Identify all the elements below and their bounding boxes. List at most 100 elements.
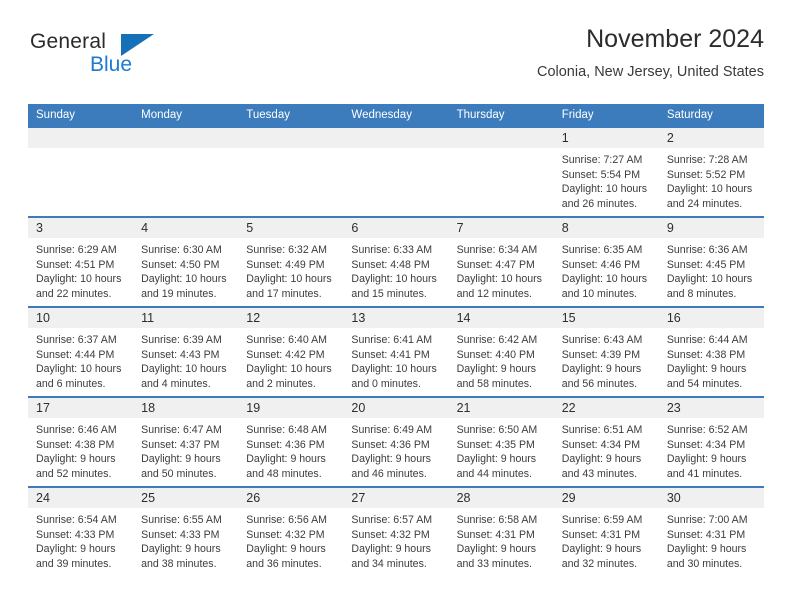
brand-logo[interactable]: General Blue	[28, 30, 248, 86]
day-details	[133, 148, 238, 153]
sunset-text: Sunset: 4:37 PM	[141, 438, 220, 451]
daylight-text-line2: and 33 minutes.	[456, 557, 532, 570]
day-cell[interactable]	[133, 128, 239, 216]
sunset-text: Sunset: 4:33 PM	[141, 528, 220, 541]
sunset-text: Sunset: 4:39 PM	[561, 348, 641, 361]
day-cell[interactable]: 13 Sunrise: 6:41 AM Sunset: 4:41 PM Dayl…	[343, 308, 449, 396]
day-cell[interactable]: 22 Sunrise: 6:51 AM Sunset: 4:34 PM Dayl…	[553, 398, 659, 486]
day-number-band: 21	[448, 398, 554, 418]
day-cell[interactable]: 26 Sunrise: 6:56 AM Sunset: 4:32 PM Dayl…	[238, 488, 344, 580]
day-cell[interactable]: 5 Sunrise: 6:32 AM Sunset: 4:49 PM Dayli…	[238, 218, 344, 306]
calendar-week-row: 1 Sunrise: 7:27 AM Sunset: 5:54 PM Dayli…	[28, 126, 764, 216]
day-cell[interactable]: 14 Sunrise: 6:42 AM Sunset: 4:40 PM Dayl…	[448, 308, 554, 396]
day-number: 19	[246, 401, 261, 415]
day-number: 22	[561, 401, 576, 415]
day-cell[interactable]: 1 Sunrise: 7:27 AM Sunset: 5:54 PM Dayli…	[553, 128, 659, 216]
day-number: 14	[456, 311, 471, 325]
sunrise-text: Sunrise: 7:28 AM	[666, 154, 748, 166]
sunset-text: Sunset: 4:51 PM	[36, 258, 115, 271]
day-cell[interactable]: 27 Sunrise: 6:57 AM Sunset: 4:32 PM Dayl…	[343, 488, 449, 580]
sunrise-text: Sunrise: 6:37 AM	[36, 334, 117, 346]
daylight-text-line1: Daylight: 10 hours	[666, 273, 753, 286]
day-cell[interactable]: 9 Sunrise: 6:36 AM Sunset: 4:45 PM Dayli…	[658, 218, 764, 306]
daylight-text-line2: and 15 minutes.	[351, 287, 427, 300]
day-number: 11	[141, 311, 155, 325]
daylight-text-line2: and 10 minutes.	[561, 287, 638, 300]
daylight-text-line2: and 54 minutes.	[666, 377, 743, 390]
day-cell[interactable]: 29 Sunrise: 6:59 AM Sunset: 4:31 PM Dayl…	[553, 488, 659, 580]
sunset-text: Sunset: 4:31 PM	[666, 528, 746, 541]
weekday-header-wednesday: Wednesday	[351, 109, 412, 121]
location-subtitle: Colonia, New Jersey, United States	[536, 64, 764, 80]
page-header: General Blue November 2024 Colonia, New …	[28, 22, 764, 94]
day-cell[interactable]: 10 Sunrise: 6:37 AM Sunset: 4:44 PM Dayl…	[28, 308, 134, 396]
sunset-text: Sunset: 4:31 PM	[561, 528, 641, 541]
day-number-band: 19	[238, 398, 344, 418]
daylight-text-line2: and 44 minutes.	[456, 467, 532, 480]
day-details: Sunrise: 6:35 AM Sunset: 4:46 PM Dayligh…	[554, 238, 659, 301]
day-details	[449, 148, 554, 153]
sunset-text: Sunset: 4:34 PM	[666, 438, 746, 451]
day-cell[interactable]: 25 Sunrise: 6:55 AM Sunset: 4:33 PM Dayl…	[133, 488, 239, 580]
sunset-text: Sunset: 4:42 PM	[246, 348, 325, 361]
calendar-page: General Blue November 2024 Colonia, New …	[0, 0, 792, 612]
day-number: 1	[561, 131, 569, 145]
day-cell[interactable]: 4 Sunrise: 6:30 AM Sunset: 4:50 PM Dayli…	[133, 218, 239, 306]
day-cell[interactable]: 18 Sunrise: 6:47 AM Sunset: 4:37 PM Dayl…	[133, 398, 239, 486]
daylight-text-line2: and 46 minutes.	[351, 467, 427, 480]
day-cell[interactable]: 21 Sunrise: 6:50 AM Sunset: 4:35 PM Dayl…	[448, 398, 554, 486]
day-cell[interactable]: 12 Sunrise: 6:40 AM Sunset: 4:42 PM Dayl…	[238, 308, 344, 396]
day-cell[interactable]: 7 Sunrise: 6:34 AM Sunset: 4:47 PM Dayli…	[448, 218, 554, 306]
daylight-text-line1: Daylight: 9 hours	[456, 453, 537, 466]
day-cell[interactable]: 28 Sunrise: 6:58 AM Sunset: 4:31 PM Dayl…	[448, 488, 554, 580]
day-number-band	[133, 128, 239, 148]
day-cell[interactable]: 20 Sunrise: 6:49 AM Sunset: 4:36 PM Dayl…	[343, 398, 449, 486]
sunrise-text: Sunrise: 6:41 AM	[351, 334, 433, 346]
sunset-text: Sunset: 4:44 PM	[36, 348, 115, 361]
day-details	[238, 148, 343, 153]
day-details: Sunrise: 7:28 AM Sunset: 5:52 PM Dayligh…	[659, 148, 764, 211]
sunrise-text: Sunrise: 6:44 AM	[666, 334, 748, 346]
daylight-text-line2: and 58 minutes.	[456, 377, 532, 390]
day-cell[interactable]: 19 Sunrise: 6:48 AM Sunset: 4:36 PM Dayl…	[238, 398, 344, 486]
day-cell[interactable]	[238, 128, 344, 216]
day-number-band: 26	[238, 488, 344, 508]
day-cell[interactable]: 17 Sunrise: 6:46 AM Sunset: 4:38 PM Dayl…	[28, 398, 134, 486]
day-number-band: 17	[28, 398, 134, 418]
day-number-band: 2	[658, 128, 764, 148]
daylight-text-line2: and 50 minutes.	[141, 467, 217, 480]
sunset-text: Sunset: 4:34 PM	[561, 438, 641, 451]
weekday-header-monday: Monday	[141, 109, 183, 121]
day-number: 15	[561, 311, 576, 325]
sunrise-text: Sunrise: 6:48 AM	[246, 424, 327, 436]
day-details: Sunrise: 6:34 AM Sunset: 4:47 PM Dayligh…	[449, 238, 554, 301]
day-cell[interactable]: 30 Sunrise: 7:00 AM Sunset: 4:31 PM Dayl…	[658, 488, 764, 580]
sunset-text: Sunset: 4:38 PM	[36, 438, 115, 451]
day-cell[interactable]: 15 Sunrise: 6:43 AM Sunset: 4:39 PM Dayl…	[553, 308, 659, 396]
brand-name-secondary: Blue	[90, 53, 133, 76]
day-number-band: 29	[553, 488, 659, 508]
sunrise-text: Sunrise: 6:58 AM	[456, 514, 538, 526]
day-number-band: 3	[28, 218, 134, 238]
day-cell[interactable]: 6 Sunrise: 6:33 AM Sunset: 4:48 PM Dayli…	[343, 218, 449, 306]
weekday-header-sunday: Sunday	[36, 109, 76, 121]
day-details: Sunrise: 6:57 AM Sunset: 4:32 PM Dayligh…	[343, 508, 448, 571]
day-cell[interactable]: 16 Sunrise: 6:44 AM Sunset: 4:38 PM Dayl…	[658, 308, 764, 396]
sunrise-text: Sunrise: 6:55 AM	[141, 514, 222, 526]
day-number: 3	[36, 221, 43, 235]
day-cell[interactable]: 24 Sunrise: 6:54 AM Sunset: 4:33 PM Dayl…	[28, 488, 134, 580]
sunset-text: Sunset: 4:41 PM	[351, 348, 430, 361]
day-cell[interactable]	[28, 128, 134, 216]
day-cell[interactable]: 11 Sunrise: 6:39 AM Sunset: 4:43 PM Dayl…	[133, 308, 239, 396]
day-cell[interactable]	[448, 128, 554, 216]
day-cell[interactable]	[343, 128, 449, 216]
sunset-text: Sunset: 4:32 PM	[246, 528, 325, 541]
day-number: 21	[456, 401, 471, 415]
sunrise-text: Sunrise: 6:47 AM	[141, 424, 222, 436]
day-details: Sunrise: 6:30 AM Sunset: 4:50 PM Dayligh…	[133, 238, 238, 301]
day-cell[interactable]: 3 Sunrise: 6:29 AM Sunset: 4:51 PM Dayli…	[28, 218, 134, 306]
day-cell[interactable]: 23 Sunrise: 6:52 AM Sunset: 4:34 PM Dayl…	[658, 398, 764, 486]
daylight-text-line2: and 43 minutes.	[561, 467, 638, 480]
day-cell[interactable]: 8 Sunrise: 6:35 AM Sunset: 4:46 PM Dayli…	[553, 218, 659, 306]
day-cell[interactable]: 2 Sunrise: 7:28 AM Sunset: 5:52 PM Dayli…	[658, 128, 764, 216]
